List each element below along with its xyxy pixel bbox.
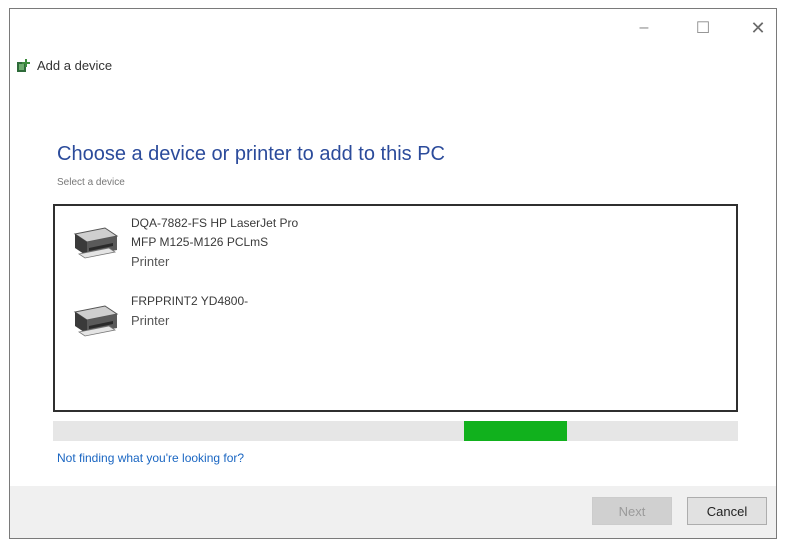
- dialog-header: Add a device: [16, 57, 112, 73]
- dialog-footer: Next Cancel: [10, 486, 776, 538]
- search-progress-bar: [53, 421, 738, 441]
- dialog-title: Add a device: [37, 57, 113, 73]
- device-model: MFP M125-M126 PCLmS: [131, 235, 269, 249]
- device-name: DQA-7882-FS HP LaserJet Pro: [131, 216, 299, 230]
- device-name: FRPPRINT2 YD4800-: [131, 294, 249, 308]
- device-item[interactable]: DQA-7882-FS HP LaserJet Pro MFP M125-M12…: [69, 214, 298, 271]
- cancel-button[interactable]: Cancel: [687, 497, 767, 525]
- minimize-button[interactable]: –: [632, 17, 656, 39]
- device-item[interactable]: FRPPRINT2 YD4800- Printer: [69, 292, 248, 342]
- help-link[interactable]: Not finding what you're looking for?: [57, 451, 244, 465]
- page-heading: Choose a device or printer to add to thi…: [57, 143, 445, 165]
- device-type: Printer: [131, 254, 170, 269]
- device-list[interactable]: DQA-7882-FS HP LaserJet Pro MFP M125-M12…: [53, 204, 738, 412]
- title-bar: – ☐ ✕: [10, 9, 776, 49]
- add-device-icon: [16, 57, 32, 73]
- page-subheading: Select a device: [57, 177, 125, 188]
- close-button[interactable]: ✕: [746, 17, 770, 39]
- maximize-button[interactable]: ☐: [691, 17, 715, 39]
- printer-icon: [69, 224, 121, 264]
- device-type: Printer: [131, 313, 170, 328]
- next-button[interactable]: Next: [592, 497, 672, 525]
- progress-bar-fill: [464, 421, 567, 441]
- add-device-dialog: – ☐ ✕ Add a device Choose a device or pr…: [9, 8, 777, 539]
- printer-icon: [69, 302, 121, 342]
